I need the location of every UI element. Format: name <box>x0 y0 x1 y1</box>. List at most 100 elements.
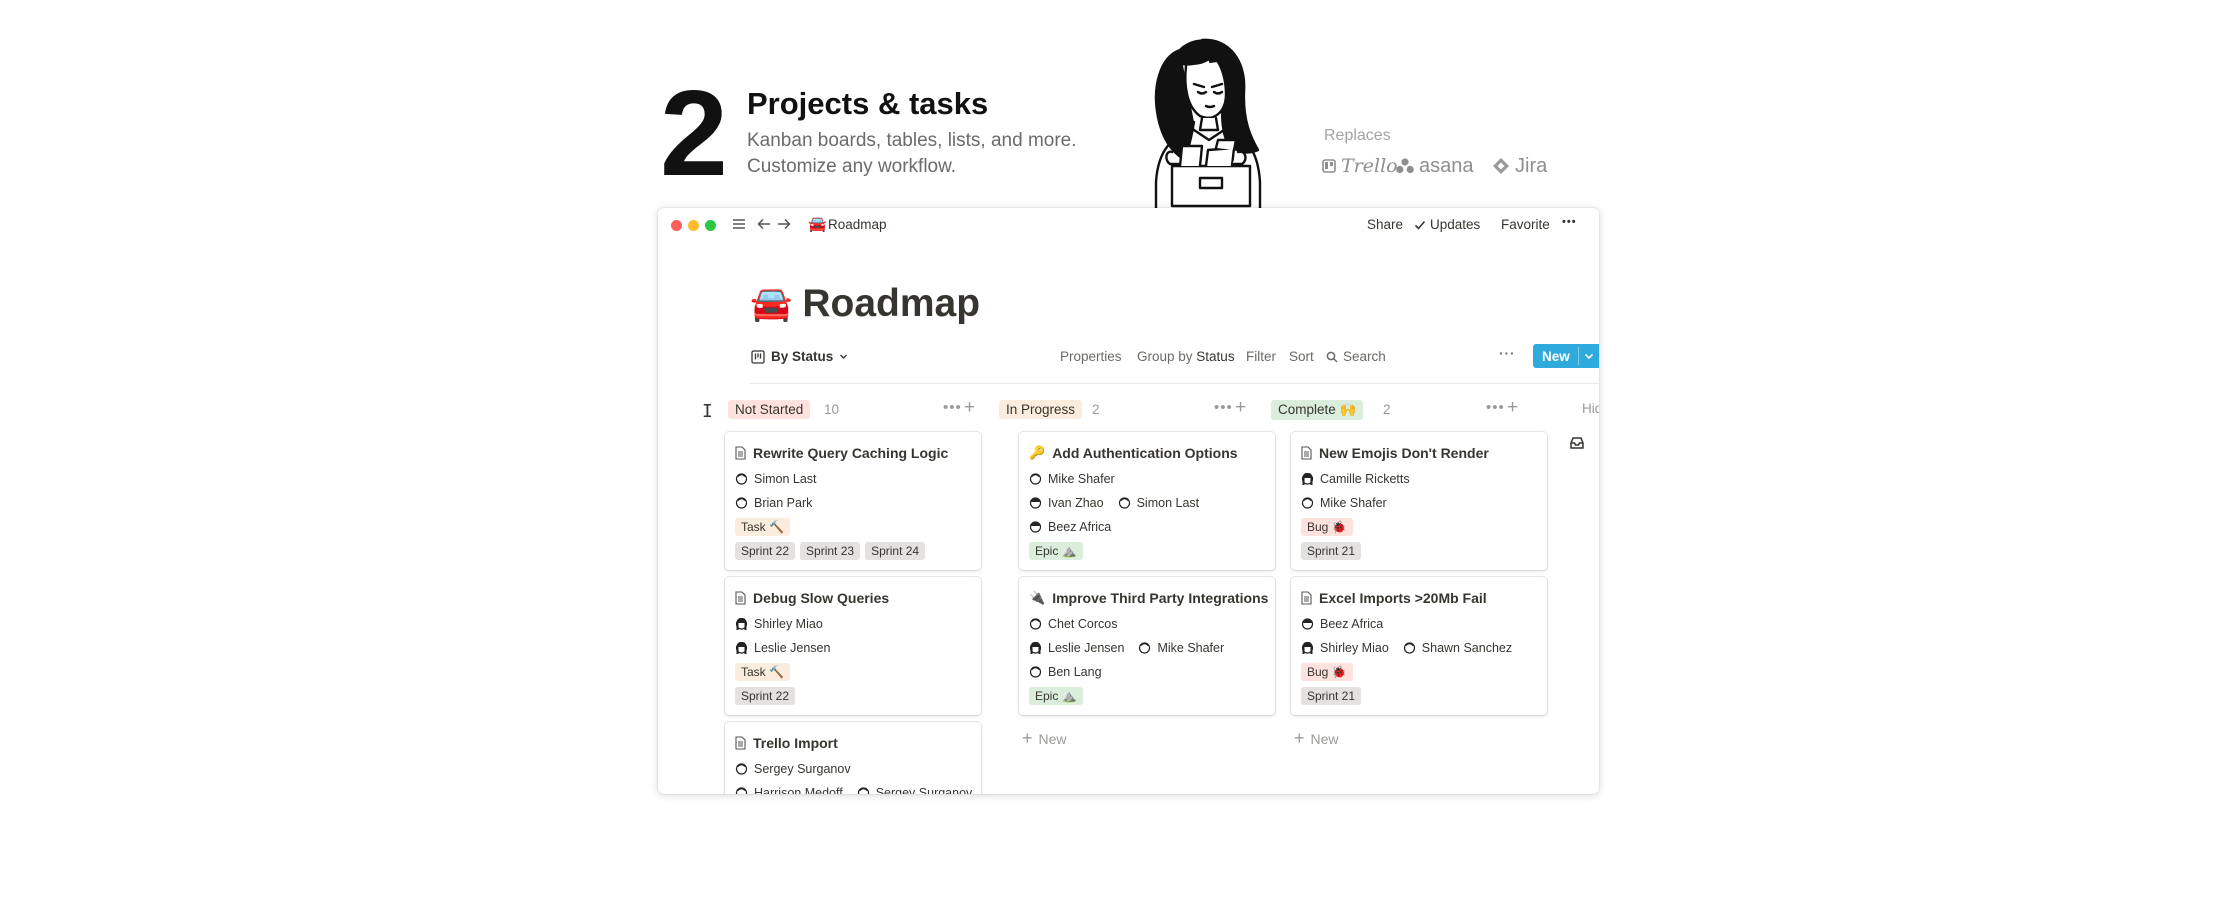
search-label: Search <box>1343 349 1386 364</box>
person-name: Leslie Jensen <box>754 641 831 655</box>
person: Beez Africa <box>1029 520 1111 534</box>
section-description-line-2: Customize any workflow. <box>747 156 957 177</box>
person-name: Shirley Miao <box>754 617 823 631</box>
column-add-icon[interactable]: + <box>1507 397 1518 419</box>
group-by-prefix: Group by <box>1137 349 1193 364</box>
person: Brian Park <box>735 496 812 510</box>
avatar-icon <box>1029 618 1042 630</box>
assignee-row: Mike Shafer <box>1029 470 1129 488</box>
assignee-row: Camille Ricketts <box>1301 470 1424 488</box>
favorite-button[interactable]: Favorite <box>1501 217 1550 232</box>
type-tag-row: Task 🔨 <box>735 518 790 536</box>
share-button[interactable]: Share <box>1367 217 1403 232</box>
avatar-icon <box>857 787 869 794</box>
person: Shirley Miao <box>1301 641 1389 655</box>
asana-logo: asana <box>1396 153 1474 179</box>
status-tag[interactable]: In Progress <box>999 400 1083 419</box>
group-by-button[interactable]: Group by Status <box>1137 349 1235 364</box>
avatar-icon <box>735 787 748 794</box>
person-name: Ben Lang <box>1048 665 1102 679</box>
person: Ivan Zhao <box>1029 496 1104 510</box>
type-tag-row: Bug 🐞 <box>1301 518 1353 536</box>
type-tag-row: Epic ⛰️ <box>1029 542 1083 560</box>
avatar-icon <box>1301 497 1314 509</box>
view-more-icon[interactable]: ··· <box>1499 346 1516 361</box>
person-name: Shirley Miao <box>1320 641 1389 655</box>
person: Sergey Surganov <box>857 786 972 794</box>
person: Shirley Miao <box>735 617 823 631</box>
board-card[interactable]: Debug Slow Queries Shirley Miao Leslie J… <box>725 577 981 715</box>
close-window-dot[interactable] <box>671 220 682 231</box>
card-title: Rewrite Query Caching Logic <box>735 443 948 463</box>
chevron-down-icon <box>840 354 848 359</box>
person-name: Mike Shafer <box>1157 641 1225 655</box>
filter-button[interactable]: Filter <box>1246 349 1276 364</box>
trello-wordmark: Trello <box>1341 155 1398 177</box>
board-card[interactable]: 🔑 Add Authentication Options Mike Shafer… <box>1019 432 1275 570</box>
forward-arrow-icon[interactable] <box>776 216 792 237</box>
column-add-icon[interactable]: + <box>964 397 975 419</box>
sort-button[interactable]: Sort <box>1289 349 1314 364</box>
new-button-label: New <box>1542 349 1570 364</box>
sprint-tag: Sprint 22 <box>735 542 796 560</box>
sprint-tag-row: Sprint 21 <box>1301 687 1362 705</box>
sprint-tag: Sprint 21 <box>1301 687 1362 705</box>
person: Leslie Jensen <box>1029 641 1124 655</box>
board-card[interactable]: Rewrite Query Caching Logic Simon Last B… <box>725 432 981 570</box>
column-more-icon[interactable]: ••• <box>943 399 962 416</box>
board-card[interactable]: Excel Imports >20Mb Fail Beez Africa Shi… <box>1291 577 1547 715</box>
page-icon <box>735 591 746 605</box>
assignee-row: Brian Park <box>735 494 826 512</box>
board-card[interactable]: New Emojis Don't Render Camille Ricketts… <box>1291 432 1547 570</box>
plus-icon: + <box>1294 728 1305 748</box>
replaces-label: Replaces <box>1324 127 1391 144</box>
type-tag: Task 🔨 <box>735 518 790 536</box>
person: Mike Shafer <box>1138 641 1224 655</box>
type-tag: Bug 🐞 <box>1301 518 1353 536</box>
avatar-icon <box>1029 666 1042 678</box>
card-title: Excel Imports >20Mb Fail <box>1301 588 1487 608</box>
breadcrumb[interactable]: Roadmap <box>828 217 887 232</box>
breadcrumb-page-icon: 🚘 <box>808 216 827 233</box>
hidden-columns-label[interactable]: Hidd <box>1582 401 1599 416</box>
minimize-window-dot[interactable] <box>688 220 699 231</box>
search-button[interactable]: Search <box>1326 349 1386 364</box>
person-name: Chet Corcos <box>1048 617 1118 631</box>
add-card-button-complete[interactable]: + New <box>1294 728 1339 749</box>
assignee-row: Beez Africa <box>1301 615 1397 633</box>
person: Mike Shafer <box>1029 472 1115 486</box>
jira-logo: Jira <box>1492 153 1547 179</box>
hidden-column-item[interactable] <box>1570 436 1584 454</box>
view-selector[interactable]: By Status <box>751 349 848 364</box>
type-tag: Epic ⛰️ <box>1029 542 1083 560</box>
sidebar-menu-icon[interactable] <box>731 216 747 237</box>
updates-button[interactable]: Updates <box>1414 217 1480 232</box>
add-card-button-in-progress[interactable]: + New <box>1022 728 1067 749</box>
page-title[interactable]: Roadmap <box>802 282 980 326</box>
properties-button[interactable]: Properties <box>1060 349 1122 364</box>
avatar-icon <box>1301 472 1314 485</box>
page-heading: 🚘 Roadmap <box>750 282 980 326</box>
board-card[interactable]: Trello Import Sergey Surganov Harrison M… <box>725 722 981 794</box>
column-add-icon[interactable]: + <box>1235 397 1246 419</box>
column-header-not-started: Not Started 10 ••• + <box>728 397 983 420</box>
board-card[interactable]: 🔌 Improve Third Party Integrations Chet … <box>1019 577 1275 715</box>
assignee-row: Shirley Miao <box>735 615 837 633</box>
window-topbar: 🚘 Roadmap Share Updates Favorite ••• <box>658 208 1599 242</box>
avatar-icon <box>735 641 748 654</box>
maximize-window-dot[interactable] <box>705 220 716 231</box>
status-tag[interactable]: Not Started <box>728 400 811 419</box>
more-options-icon[interactable]: ••• <box>1562 216 1577 228</box>
assignee-row: Harrison Medoff Sergey Surganov <box>735 784 981 794</box>
page-icon[interactable]: 🚘 <box>750 284 792 324</box>
toolbar-divider <box>750 383 1599 384</box>
status-tag[interactable]: Complete 🙌 <box>1271 400 1364 420</box>
plus-icon: + <box>1022 728 1033 748</box>
new-item-button[interactable]: New <box>1533 344 1599 368</box>
new-dropdown-chevron-icon[interactable] <box>1584 352 1594 361</box>
column-more-icon[interactable]: ••• <box>1486 399 1505 416</box>
person-name: Simon Last <box>1136 496 1200 510</box>
column-more-icon[interactable]: ••• <box>1214 399 1233 416</box>
person: Simon Last <box>1118 496 1200 510</box>
back-arrow-icon[interactable] <box>756 216 772 237</box>
